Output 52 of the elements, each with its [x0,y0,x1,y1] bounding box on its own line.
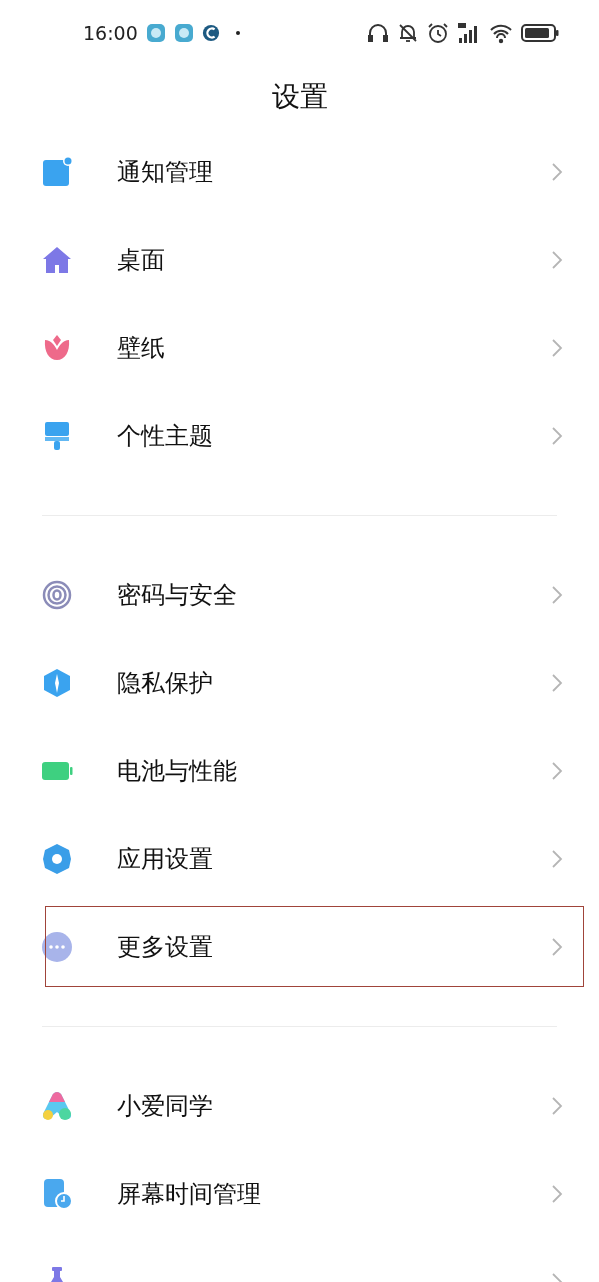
message-icon [173,23,194,43]
shield-icon [41,667,73,699]
chevron-icon [551,673,563,693]
notification-icon [41,156,73,188]
headphones-icon [367,22,389,44]
chevron-icon [551,338,563,358]
message-icon [145,23,166,43]
item-label: 隐私保护 [117,671,213,695]
chevron-icon [551,849,563,869]
alarm-icon [427,22,449,44]
item-label: 通知管理 [117,160,213,184]
bell-muted-icon [397,22,419,44]
item-label: 密码与安全 [117,583,237,607]
settings-item[interactable]: 桌面 [0,216,599,304]
item-label: 更多设置 [117,935,213,959]
gear-icon [41,843,73,875]
fingerprint-icon [41,579,73,611]
settings-item[interactable]: 隐私保护 [0,639,599,727]
item-label: 小爱同学 [117,1094,213,1118]
wifi-icon [489,22,513,44]
item-label: 壁纸 [117,336,165,360]
more-icon [41,931,73,963]
settings-item[interactable]: 小爱同学 [0,1062,599,1150]
page-title: 设置 [271,79,328,115]
chevron-icon [551,426,563,446]
chevron-icon [551,761,563,781]
item-label: 屏幕时间管理 [117,1182,261,1206]
settings-item[interactable]: 电池与性能 [0,727,599,815]
chevron-icon [551,1184,563,1204]
chevron-icon [551,250,563,270]
settings-item[interactable]: 更多设置 [0,903,599,991]
item-label: 桌面 [117,248,165,272]
item-label: 个性主题 [117,424,213,448]
item-label: 电池与性能 [117,759,237,783]
app-icon [201,24,220,42]
assistant-icon [41,1090,73,1122]
dot-icon [235,31,240,35]
settings-item[interactable]: 应用设置 [0,815,599,903]
chevron-icon [551,937,563,957]
settings-item[interactable]: 通知管理 [0,128,599,216]
settings-item[interactable]: 屏幕时间管理 [0,1150,599,1238]
settings-item[interactable]: 个性主题 [0,392,599,480]
home-icon [41,244,73,276]
screen-time-icon [41,1178,73,1210]
item-label: 应用设置 [117,847,213,871]
battery-status-icon [521,23,559,43]
chevron-icon [551,1096,563,1116]
chevron-icon [551,585,563,605]
settings-item[interactable]: 壁纸 [0,304,599,392]
settings-item[interactable]: 密码与安全 [0,551,599,639]
status-time: 16:00 [83,20,138,46]
chevron-icon [551,162,563,182]
